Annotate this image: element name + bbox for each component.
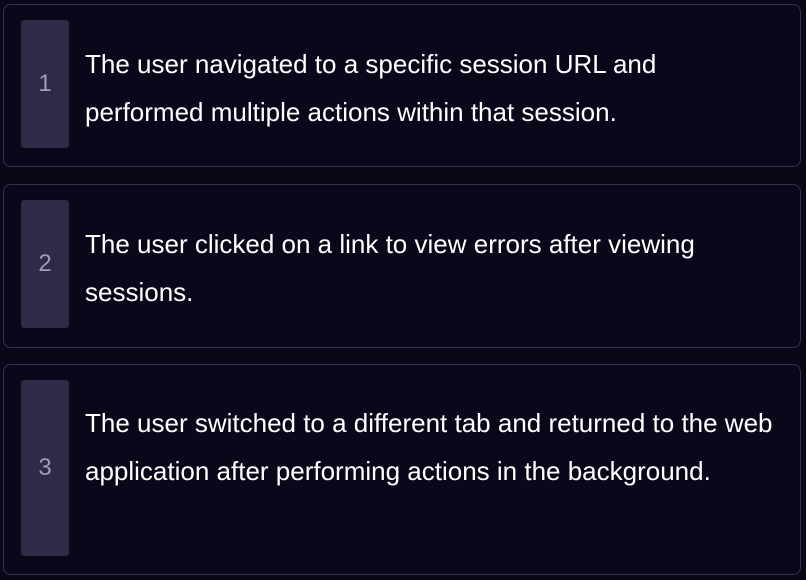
item-number-badge: 2 (21, 200, 69, 328)
insight-card: 1 The user navigated to a specific sessi… (3, 4, 801, 167)
item-number-badge: 1 (21, 20, 69, 148)
item-number-badge: 3 (21, 380, 69, 556)
insight-text: The user clicked on a link to view error… (85, 229, 695, 307)
insight-card: 3 The user switched to a different tab a… (3, 364, 801, 575)
insight-text: The user switched to a different tab and… (85, 408, 773, 486)
insight-card: 2 The user clicked on a link to view err… (3, 184, 801, 348)
insight-text: The user navigated to a specific session… (85, 49, 657, 127)
